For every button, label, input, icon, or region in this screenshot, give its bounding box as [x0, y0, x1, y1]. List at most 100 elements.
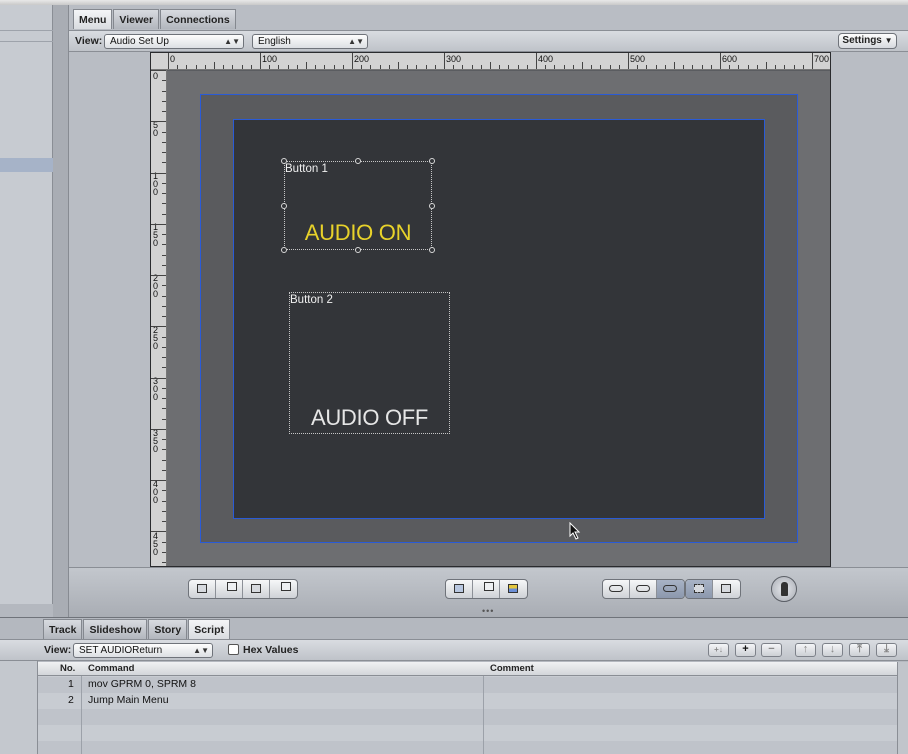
ruler-tick	[162, 439, 166, 440]
tab-track[interactable]: Track	[43, 619, 83, 639]
move-to-bottom-button[interactable]: ⤓	[876, 643, 897, 657]
ruler-label: 250	[153, 325, 159, 351]
table-header: No. Command Comment	[38, 662, 897, 676]
menu-editor-toolbar: •••	[69, 567, 908, 617]
arrow-up-icon: ↑	[802, 643, 809, 655]
send-to-back-button[interactable]	[270, 580, 297, 598]
view-select[interactable]: Audio Set Up ▲▼	[104, 34, 244, 49]
show-selected-button[interactable]	[630, 580, 657, 598]
show-normal-button[interactable]	[603, 580, 630, 598]
resize-handle[interactable]	[429, 203, 435, 209]
ruler-tick	[545, 65, 547, 69]
add-text-button[interactable]	[500, 580, 527, 598]
script-view-select[interactable]: SET AUDIOReturn ▲▼	[73, 643, 213, 658]
menu-button-1[interactable]: Button 1 AUDIO ON	[281, 158, 435, 253]
table-row[interactable]: 1 mov GPRM 0, SPRM 8	[38, 677, 897, 693]
resize-handle[interactable]	[355, 247, 361, 253]
ruler-tick	[618, 65, 620, 69]
resize-handle[interactable]	[429, 158, 435, 164]
insert-command-button[interactable]: +↓	[708, 643, 729, 657]
vertical-scrollbar[interactable]	[897, 662, 908, 754]
tab-story[interactable]: Story	[148, 619, 188, 639]
menu-button-2[interactable]: Button 2 AUDIO OFF	[289, 292, 450, 434]
move-up-button[interactable]: ↑	[795, 643, 816, 657]
chevron-updown-icon: ▲▼	[348, 37, 364, 46]
ruler-label: 400	[153, 479, 159, 505]
ruler-tick	[572, 65, 574, 69]
language-select[interactable]: English ▲▼	[252, 34, 368, 49]
vertical-ruler: 0 50 100 150 200 250 300 350 400 450	[151, 70, 167, 566]
ruler-tick	[162, 459, 166, 461]
highlight-state-group	[602, 579, 685, 599]
action-safe-button[interactable]	[713, 580, 740, 598]
resize-handle[interactable]	[429, 247, 435, 253]
add-button-button[interactable]	[473, 580, 500, 598]
ruler-tick	[151, 531, 166, 533]
ruler-label: 400	[538, 54, 554, 64]
show-activated-button[interactable]	[657, 580, 684, 598]
ruler-label: 200	[153, 273, 159, 299]
ruler-tick	[162, 254, 166, 256]
title-safe-button[interactable]	[686, 580, 713, 598]
ruler-label: 300	[153, 376, 159, 402]
script-toolbar: View: SET AUDIOReturn ▲▼ Hex Values +↓ +…	[38, 639, 908, 661]
tab-slideshow[interactable]: Slideshow	[83, 619, 148, 639]
table-row[interactable]	[38, 741, 897, 754]
ruler-tick	[204, 65, 206, 69]
send-backward-button[interactable]	[216, 580, 243, 598]
ruler-tick	[162, 141, 166, 143]
row-number: 1	[68, 678, 74, 690]
settings-button[interactable]: Settings ▼	[838, 33, 897, 49]
menu-stage: Button 1 AUDIO ON Button 2 AUDIO OFF	[167, 71, 830, 566]
ruler-tick	[162, 111, 166, 112]
ruler-label: 150	[153, 222, 159, 248]
ruler-tick	[151, 326, 166, 328]
language-select-value: English	[258, 36, 291, 47]
tab-menu[interactable]: Menu	[73, 9, 113, 29]
bring-forward-button[interactable]	[189, 580, 216, 598]
column-header-command[interactable]: Command	[88, 662, 134, 676]
bring-to-front-button[interactable]	[243, 580, 270, 598]
resize-handle[interactable]	[281, 158, 287, 164]
column-header-no[interactable]: No.	[60, 662, 75, 676]
title-safe-icon	[694, 584, 704, 593]
ruler-label: 200	[354, 54, 370, 64]
arrow-down-icon: ↓	[829, 643, 836, 655]
remove-command-button[interactable]: −	[761, 643, 782, 657]
table-row[interactable]	[38, 709, 897, 725]
viewer-tabs: Menu Viewer Connections	[73, 9, 237, 29]
tab-connections[interactable]: Connections	[160, 9, 236, 29]
ruler-tick	[151, 172, 166, 174]
ruler-tick	[646, 65, 648, 69]
ruler-tick	[591, 65, 593, 69]
add-submenu-button[interactable]	[446, 580, 473, 598]
menu-editor-canvas[interactable]: 0 100 200 300 400 500 600 700 0 50 100 1…	[150, 52, 831, 567]
hex-values-checkbox[interactable]	[228, 644, 239, 655]
move-to-top-button[interactable]: ⤒	[849, 643, 870, 657]
ruler-tick	[333, 65, 335, 69]
arrow-bottom-icon: ⤓	[884, 643, 889, 655]
add-command-button[interactable]: +	[735, 643, 756, 657]
ruler-tick	[775, 65, 777, 69]
ruler-tick	[536, 53, 537, 69]
resize-handle[interactable]	[281, 247, 287, 253]
bring-to-front-icon	[251, 584, 261, 593]
simulator-button[interactable]	[771, 576, 797, 602]
move-down-button[interactable]: ↓	[822, 643, 843, 657]
resize-grip-icon[interactable]: •••	[482, 606, 494, 616]
tab-viewer[interactable]: Viewer	[113, 9, 160, 29]
ruler-tick	[462, 65, 464, 69]
ruler-label: 100	[153, 171, 159, 197]
tab-script[interactable]: Script	[188, 619, 230, 639]
selected-list-item[interactable]	[0, 158, 53, 172]
menu-background[interactable]: Button 1 AUDIO ON Button 2 AUDIO OFF	[233, 119, 765, 519]
panel-splitter[interactable]	[53, 5, 69, 617]
column-header-comment[interactable]: Comment	[490, 662, 534, 676]
resize-handle[interactable]	[355, 158, 361, 164]
ruler-tick	[162, 285, 166, 287]
table-row[interactable]	[38, 725, 897, 741]
script-table: 1 mov GPRM 0, SPRM 8 2 Jump Main Menu No…	[38, 662, 897, 754]
table-row[interactable]: 2 Jump Main Menu	[38, 693, 897, 709]
show-inactive-icon	[609, 585, 623, 592]
resize-handle[interactable]	[281, 203, 287, 209]
